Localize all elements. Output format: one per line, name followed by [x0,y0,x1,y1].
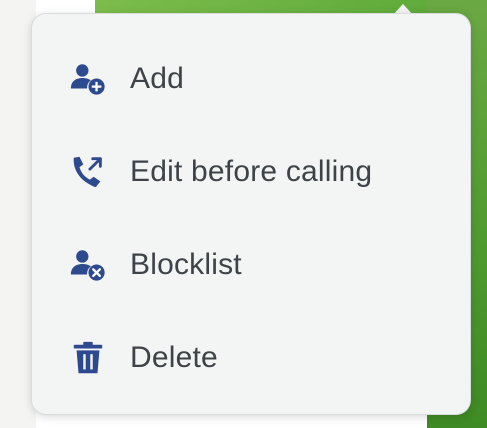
phone-callback-icon [68,152,108,192]
context-menu-popup: Add Edit before calling Blocklist Delete [32,14,470,414]
menu-item-edit-before-calling[interactable]: Edit before calling [32,125,470,218]
menu-item-label: Blocklist [130,247,242,281]
context-menu: Add Edit before calling Blocklist Delete [32,32,470,404]
background-left [0,0,36,428]
menu-item-blocklist[interactable]: Blocklist [32,218,470,311]
person-add-icon [68,59,108,99]
trash-icon [68,338,108,378]
menu-item-delete[interactable]: Delete [32,311,470,404]
menu-item-label: Delete [130,340,218,374]
menu-item-label: Add [130,61,184,95]
menu-item-label: Edit before calling [130,154,373,188]
menu-item-add[interactable]: Add [32,32,470,125]
person-block-icon [68,245,108,285]
